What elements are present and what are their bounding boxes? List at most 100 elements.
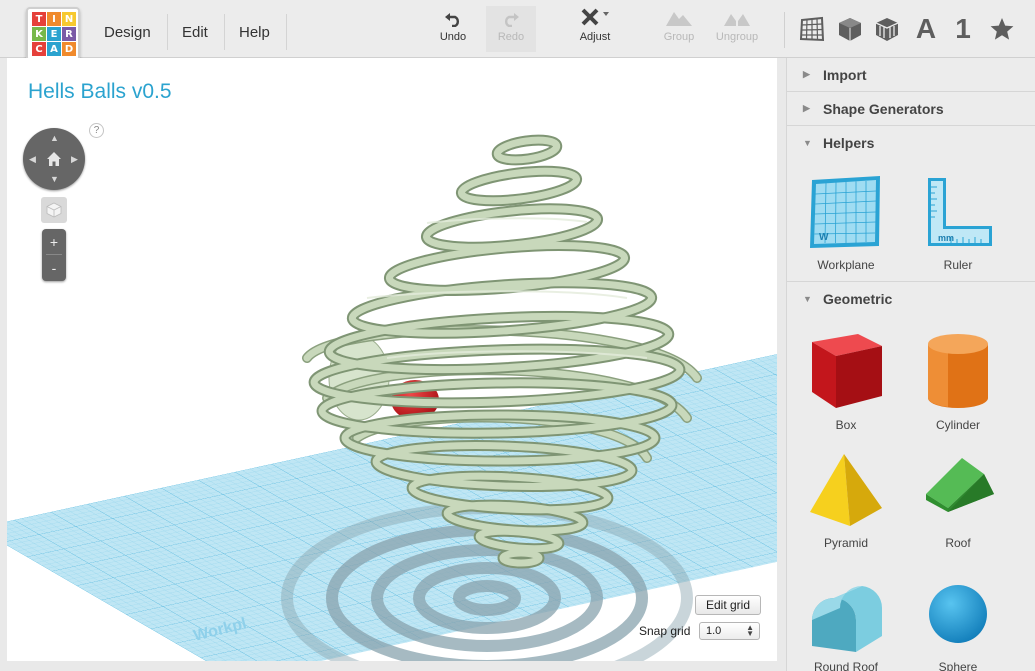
shape-roof-label: Roof [945,536,971,550]
snap-grid-select[interactable]: 1.0 ▲ ▼ [699,622,760,640]
home-icon[interactable] [46,151,62,167]
shape-round-roof[interactable]: Round Roof [791,574,901,671]
undo-label: Undo [439,31,467,43]
logo-letter: I [47,12,61,26]
logo-letter: D [62,42,76,56]
pyramid-shape-icon [810,454,882,526]
menu-design[interactable]: Design [88,14,168,50]
helper-workplane[interactable]: W Workplane [791,172,901,272]
view-navigation-control[interactable]: ▲ ▼ ◀ ▶ [23,128,85,190]
solid-view-button[interactable] [836,14,864,44]
shape-pyramid[interactable]: Pyramid [791,450,901,550]
star-icon [990,18,1014,40]
adjust-icon [581,8,609,26]
redo-label: Redo [497,31,525,43]
shape-cylinder-label: Cylinder [935,418,980,432]
text-tool-button[interactable]: A [912,13,940,44]
logo-letter: N [62,12,76,26]
top-toolbar: T I N K E R C A D Design Edit Help Undo … [0,0,1035,61]
triangle-right-icon: ▶ [803,69,810,79]
number-tool-button[interactable]: 1 [949,13,977,44]
tinkercad-editor: T I N K E R C A D Design Edit Help Undo … [0,0,1035,671]
shape-pyramid-label: Pyramid [823,536,868,550]
redo-icon [505,13,519,27]
sphere-shape-icon [929,585,987,643]
number-one-icon: 1 [955,13,971,44]
logo-letter: C [32,42,46,56]
nav-right-icon[interactable]: ▶ [71,155,78,164]
logo-letter: E [47,27,61,41]
triangle-right-icon: ▶ [803,103,810,113]
section-geometric-label: Geometric [823,290,893,307]
shapes-sidebar: ▶ Import ▶ Shape Generators ▼ Helpers W … [786,58,1035,671]
section-geometric[interactable]: ▼ Geometric [787,281,1035,315]
section-shape-generators[interactable]: ▶ Shape Generators [787,92,1035,126]
section-shape-generators-label: Shape Generators [823,100,944,117]
group-icon [666,12,692,26]
group-button[interactable]: Group [654,6,704,52]
favorites-button[interactable] [988,14,1016,44]
3d-scene[interactable]: Workpl [7,58,777,661]
ungroup-label: Ungroup [715,31,759,43]
shape-sphere-label: Sphere [938,660,978,671]
undo-icon [445,13,459,27]
ruler-helper-icon: mm [928,178,992,246]
zoom-in-button[interactable]: + [42,230,66,254]
helper-workplane-label: Workplane [817,258,875,272]
ungroup-icon [724,14,750,26]
wireframe-view-icon [875,18,899,41]
group-label: Group [663,31,695,43]
design-title[interactable]: Hells Balls v0.5 [28,80,172,104]
logo-letter: K [32,27,46,41]
shape-round-roof-label: Round Roof [813,660,879,671]
zoom-control: + - [42,229,66,281]
cylinder-shape-icon [928,334,988,408]
snap-grid-value: 1.0 [706,625,722,637]
workplane-helper-icon: W [810,176,880,248]
section-import-label: Import [823,66,867,83]
shape-cylinder[interactable]: Cylinder [903,326,1013,432]
toolbar-divider [784,12,785,48]
zoom-divider [46,254,62,255]
logo-letter: A [47,42,61,56]
menu-edit[interactable]: Edit [166,14,225,50]
shape-box-label: Box [835,418,857,432]
adjust-button[interactable]: Adjust [570,6,620,52]
shape-box[interactable]: Box [791,326,901,432]
ungroup-button[interactable]: Ungroup [712,6,762,52]
section-helpers[interactable]: ▼ Helpers [787,126,1035,160]
shape-sphere[interactable]: Sphere [903,574,1013,671]
helper-ruler[interactable]: mm Ruler [903,172,1013,272]
help-button[interactable]: ? [89,123,104,138]
triangle-down-icon: ▼ [803,138,812,148]
tinkercad-logo[interactable]: T I N K E R C A D [26,7,80,61]
box-view-icon [839,18,861,41]
logo-letter: R [62,27,76,41]
select-arrows-icon: ▲ ▼ [746,623,754,638]
snap-grid-label: Snap grid [639,624,691,638]
section-import[interactable]: ▶ Import [787,58,1035,92]
undo-button[interactable]: Undo [428,6,478,52]
ortho-view-button[interactable] [41,197,67,223]
helper-ruler-label: Ruler [943,258,973,272]
adjust-label: Adjust [579,31,611,43]
zoom-out-button[interactable]: - [42,256,66,280]
redo-button[interactable]: Redo [486,6,536,52]
grid-view-button[interactable] [798,14,826,44]
nav-left-icon[interactable]: ◀ [29,155,36,164]
cube-icon [46,202,62,218]
shape-roof[interactable]: Roof [903,450,1013,550]
wireframe-view-button[interactable] [873,14,901,44]
workplane-helper-letter: W [819,232,829,243]
menu-help[interactable]: Help [223,14,287,50]
edit-grid-button[interactable]: Edit grid [695,595,761,615]
logo-letter: T [32,12,46,26]
nav-up-icon[interactable]: ▲ [50,134,59,143]
grid-view-icon [799,16,825,42]
triangle-down-icon: ▼ [803,293,812,304]
nav-down-icon[interactable]: ▼ [50,175,59,184]
workplane-viewport[interactable]: Workpl Hells Balls v0.5 ? ▲ ▼ ◀ ▶ + - Ed… [7,58,777,661]
roof-shape-icon [926,458,994,512]
section-helpers-label: Helpers [823,135,875,151]
ruler-unit-text: mm [938,233,954,243]
